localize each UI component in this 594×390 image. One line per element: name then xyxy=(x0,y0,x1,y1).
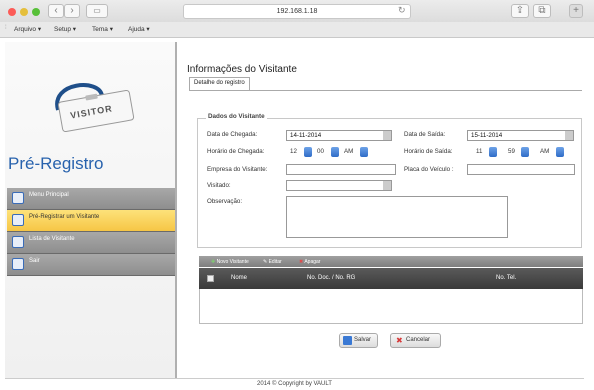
company-label: Empresa do Visitante: xyxy=(207,166,268,173)
back-button[interactable]: ‹ xyxy=(48,4,64,18)
close-window-button[interactable] xyxy=(8,8,16,16)
chevron-left-icon: ‹ xyxy=(54,5,58,16)
delete-button[interactable]: ✖ Apagar xyxy=(299,259,320,265)
tabs-button[interactable]: ⧉ xyxy=(533,4,551,18)
grid-header: Nome No. Doc. / No. RG No. Tel. xyxy=(199,268,583,289)
new-visitor-button[interactable]: ✚ Novo Visitante xyxy=(211,259,249,265)
departure-ampm-value: AM xyxy=(540,148,550,155)
departure-date-select[interactable]: 15-11-2014 xyxy=(467,130,574,141)
departure-minute-value: 59 xyxy=(508,148,515,155)
company-input[interactable] xyxy=(286,164,396,175)
visitor-badge-logo: VISITOR xyxy=(40,82,140,133)
address-bar[interactable]: 192.168.1.18 xyxy=(183,4,411,19)
menu-ajuda[interactable]: Ajuda ▾ xyxy=(128,25,150,33)
column-header-nome[interactable]: Nome xyxy=(231,275,247,281)
cancel-button[interactable]: ✖ Cancelar xyxy=(390,333,441,348)
sidebar-item-sair[interactable]: Sair xyxy=(7,254,175,276)
visited-select[interactable] xyxy=(286,180,392,191)
notes-textarea[interactable] xyxy=(286,196,508,238)
sidebar-item-lista[interactable]: Lista de Visitante xyxy=(7,232,175,254)
arrival-hour-value: 12 xyxy=(290,148,297,155)
arrival-time-label: Horário de Chegada: xyxy=(207,148,265,155)
forward-button[interactable]: › xyxy=(64,4,80,18)
arrival-hour-spinner[interactable] xyxy=(304,147,312,157)
departure-ampm-spinner[interactable] xyxy=(556,147,564,157)
sidebar-item-pre-registrar[interactable]: Pré-Registrar um Visitante xyxy=(7,210,175,232)
delete-icon: ✖ xyxy=(299,259,304,265)
tabs-icon: ⧉ xyxy=(538,5,546,16)
visited-label: Visitado: xyxy=(207,182,231,189)
list-icon xyxy=(12,236,24,248)
reload-icon[interactable]: ↻ xyxy=(398,5,406,16)
home-icon xyxy=(12,192,24,204)
arrival-ampm-spinner[interactable] xyxy=(360,147,368,157)
column-header-doc[interactable]: No. Doc. / No. RG xyxy=(307,275,355,281)
menu-arquivo[interactable]: Arquivo ▾ xyxy=(14,25,41,33)
notes-label: Observação: xyxy=(207,198,243,205)
column-header-tel[interactable]: No. Tel. xyxy=(496,275,516,281)
plus-icon: ✚ xyxy=(211,259,216,265)
sidebar-toggle-button[interactable]: ▭ xyxy=(86,4,108,18)
share-icon: ⇪ xyxy=(515,5,525,16)
edit-button[interactable]: ✎ Editar xyxy=(263,259,282,265)
sidebar-icon: ▭ xyxy=(93,6,101,15)
arrival-ampm-value: AM xyxy=(344,148,354,155)
register-icon xyxy=(12,214,24,226)
departure-date-label: Data de Saída: xyxy=(404,131,446,138)
grid-toolbar: ✚ Novo Visitante ✎ Editar ✖ Apagar xyxy=(199,256,583,267)
plate-input[interactable] xyxy=(467,164,575,175)
departure-minute-spinner[interactable] xyxy=(521,147,529,157)
arrival-minute-spinner[interactable] xyxy=(331,147,339,157)
save-button[interactable]: Salvar xyxy=(339,333,378,348)
footer-copyright: 2014 © Copyright by VAULT xyxy=(5,378,584,390)
arrival-date-label: Data de Chegada: xyxy=(207,131,258,138)
minimize-window-button[interactable] xyxy=(20,8,28,16)
exit-icon xyxy=(12,258,24,270)
new-tab-button[interactable]: + xyxy=(569,4,583,18)
url-text: 192.168.1.18 xyxy=(276,8,318,15)
menu-setup[interactable]: Setup ▾ xyxy=(54,25,76,33)
departure-hour-spinner[interactable] xyxy=(489,147,497,157)
chevron-right-icon: › xyxy=(70,5,74,16)
plus-icon: + xyxy=(573,5,579,16)
select-all-checkbox[interactable] xyxy=(207,275,214,282)
grip-icon: ⁞ xyxy=(5,25,7,31)
share-button[interactable]: ⇪ xyxy=(511,4,529,18)
section-legend: Dados do Visitante xyxy=(206,113,267,120)
menu-tema[interactable]: Tema ▾ xyxy=(92,25,113,33)
save-icon xyxy=(343,336,352,345)
arrival-minute-value: 00 xyxy=(317,148,324,155)
app-menubar: ⁞ Arquivo ▾ Setup ▾ Tema ▾ Ajuda ▾ xyxy=(0,22,594,38)
grid-body xyxy=(199,289,583,324)
zoom-window-button[interactable] xyxy=(32,8,40,16)
sidebar-item-menu-principal[interactable]: Menu Principal xyxy=(7,188,175,210)
edit-icon: ✎ xyxy=(263,259,268,265)
departure-hour-value: 11 xyxy=(476,148,483,155)
sidebar-title: Pré-Registro xyxy=(8,154,104,173)
departure-time-label: Horário de Saída: xyxy=(404,148,453,155)
arrival-date-select[interactable]: 14-11-2014 xyxy=(286,130,392,141)
sidebar: VISITOR Pré-Registro Menu Principal Pré-… xyxy=(5,42,177,379)
tab-detalhe-registro[interactable]: Detalhe do registro xyxy=(189,77,250,90)
page-title: Informações do Visitante xyxy=(187,64,297,75)
cancel-icon: ✖ xyxy=(396,336,403,345)
plate-label: Placa do Veículo : xyxy=(404,166,454,173)
tab-divider xyxy=(189,90,582,91)
